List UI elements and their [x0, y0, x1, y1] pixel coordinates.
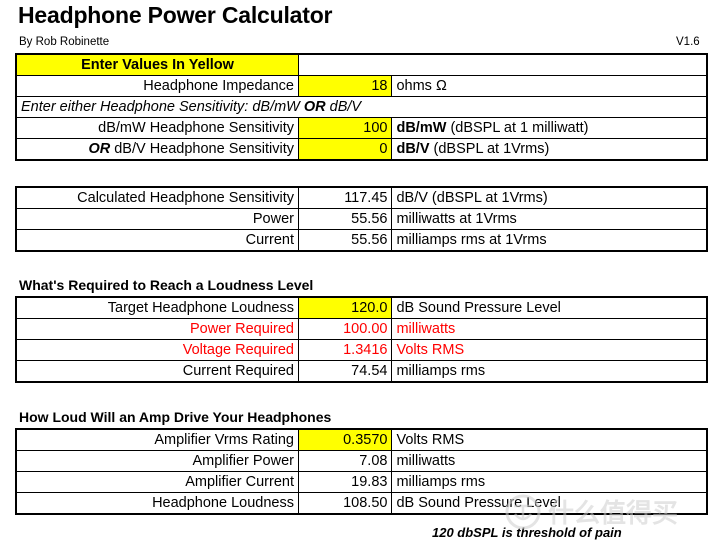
table-row-current-required: Current Required 74.54 milliamps rms — [15, 360, 708, 383]
impedance-input[interactable]: 18 — [297, 75, 393, 97]
dbmw-unit-bold: dB/mW — [396, 120, 447, 136]
author-byline: By Rob Robinette — [19, 36, 110, 48]
dbv-label-or: OR — [88, 141, 111, 157]
threshold-of-pain-footnote: 120 dbSPL is threshold of pain — [432, 525, 622, 540]
amp-drive-table: Amplifier Vrms Rating 0.3570 Volts RMS A… — [15, 428, 708, 515]
dbv-unit-bold: dB/V — [396, 141, 430, 157]
banner-filler-value — [298, 54, 392, 76]
dbmw-unit-rest: (dBSPL at 1 milliwatt) — [450, 120, 589, 136]
calc-current-value: 55.56 — [297, 229, 393, 252]
sensitivity-note-after: dB/V — [329, 99, 362, 115]
calc-current-label: Current — [15, 229, 299, 252]
dbv-unit-rest: (dBSPL at 1Vrms) — [433, 141, 550, 157]
table-row-banner: Enter Values In Yellow — [15, 53, 707, 76]
target-loudness-label: Target Headphone Loudness — [15, 296, 299, 319]
dbmw-sensitivity-label: dB/mW Headphone Sensitivity — [15, 117, 299, 139]
amp-current-value: 19.83 — [297, 471, 393, 493]
calculated-values-table: Calculated Headphone Sensitivity 117.45 … — [15, 186, 708, 252]
dbmw-sensitivity-unit: dB/mW (dBSPL at 1 milliwatt) — [391, 117, 708, 139]
headphone-loudness-value: 108.50 — [297, 492, 393, 515]
impedance-label: Headphone Impedance — [15, 75, 299, 97]
amp-section-heading: How Loud Will an Amp Drive Your Headphon… — [19, 409, 332, 425]
amp-current-label: Amplifier Current — [15, 471, 299, 493]
dbv-sensitivity-unit: dB/V (dBSPL at 1Vrms) — [391, 138, 708, 161]
current-required-value: 74.54 — [297, 360, 393, 383]
table-row-calc-current: Current 55.56 milliamps rms at 1Vrms — [15, 229, 708, 252]
dbv-sensitivity-label: OR dB/V Headphone Sensitivity — [15, 138, 299, 161]
amp-vrms-unit: Volts RMS — [391, 428, 708, 451]
calc-sensitivity-unit: dB/V (dBSPL at 1Vrms) — [391, 186, 708, 209]
headphone-loudness-unit: dB Sound Pressure Level — [391, 492, 708, 515]
calc-current-unit: milliamps rms at 1Vrms — [391, 229, 708, 252]
table-row-impedance: Headphone Impedance 18 ohms Ω — [15, 75, 708, 97]
calc-sensitivity-value: 117.45 — [297, 186, 393, 209]
amp-current-unit: milliamps rms — [391, 471, 708, 493]
sensitivity-note: Enter either Headphone Sensitivity: dB/m… — [15, 96, 708, 118]
enter-values-banner: Enter Values In Yellow — [15, 53, 299, 76]
banner-filler-unit — [391, 54, 707, 76]
calc-power-label: Power — [15, 208, 299, 230]
table-row-sensitivity-note: Enter either Headphone Sensitivity: dB/m… — [15, 96, 708, 118]
loudness-section-heading: What's Required to Reach a Loudness Leve… — [19, 277, 314, 293]
table-row-target-loudness: Target Headphone Loudness 120.0 dB Sound… — [15, 296, 708, 319]
dbv-label-rest: dB/V Headphone Sensitivity — [114, 141, 294, 157]
version-label: V1.6 — [676, 36, 700, 48]
voltage-required-value: 1.3416 — [297, 339, 393, 361]
power-required-unit: milliwatts — [391, 318, 708, 340]
headphone-loudness-label: Headphone Loudness — [15, 492, 299, 515]
table-row-dbmw-sensitivity: dB/mW Headphone Sensitivity 100 dB/mW (d… — [15, 117, 708, 139]
target-loudness-input[interactable]: 120.0 — [297, 296, 393, 319]
calc-sensitivity-label: Calculated Headphone Sensitivity — [15, 186, 299, 209]
power-required-label: Power Required — [15, 318, 299, 340]
power-required-value: 100.00 — [297, 318, 393, 340]
table-row-amp-current: Amplifier Current 19.83 milliamps rms — [15, 471, 708, 493]
table-row-calc-sensitivity: Calculated Headphone Sensitivity 117.45 … — [15, 186, 708, 209]
voltage-required-unit: Volts RMS — [391, 339, 708, 361]
table-row-headphone-loudness: Headphone Loudness 108.50 dB Sound Press… — [15, 492, 708, 515]
table-row-amp-vrms: Amplifier Vrms Rating 0.3570 Volts RMS — [15, 428, 708, 451]
sensitivity-note-before: Enter either Headphone Sensitivity: dB/m… — [21, 99, 300, 115]
amp-power-label: Amplifier Power — [15, 450, 299, 472]
impedance-unit: ohms Ω — [391, 75, 708, 97]
dbv-sensitivity-input[interactable]: 0 — [297, 138, 393, 161]
spreadsheet-page: Headphone Power Calculator By Rob Robine… — [0, 0, 728, 543]
current-required-label: Current Required — [15, 360, 299, 383]
table-row-calc-power: Power 55.56 milliwatts at 1Vrms — [15, 208, 708, 230]
calc-power-value: 55.56 — [297, 208, 393, 230]
dbmw-sensitivity-input[interactable]: 100 — [297, 117, 393, 139]
amp-power-unit: milliwatts — [391, 450, 708, 472]
input-values-table: Enter Values In Yellow Headphone Impedan… — [15, 53, 708, 161]
table-row-power-required: Power Required 100.00 milliwatts — [15, 318, 708, 340]
current-required-unit: milliamps rms — [391, 360, 708, 383]
voltage-required-label: Voltage Required — [15, 339, 299, 361]
calc-power-unit: milliwatts at 1Vrms — [391, 208, 708, 230]
table-row-voltage-required: Voltage Required 1.3416 Volts RMS — [15, 339, 708, 361]
page-title: Headphone Power Calculator — [18, 2, 333, 28]
sensitivity-note-or: OR — [303, 99, 326, 115]
loudness-requirements-table: Target Headphone Loudness 120.0 dB Sound… — [15, 296, 708, 383]
target-loudness-unit: dB Sound Pressure Level — [391, 296, 708, 319]
table-row-dbv-sensitivity: OR dB/V Headphone Sensitivity 0 dB/V (dB… — [15, 138, 708, 161]
amp-power-value: 7.08 — [297, 450, 393, 472]
amp-vrms-label: Amplifier Vrms Rating — [15, 428, 299, 451]
amp-vrms-input[interactable]: 0.3570 — [297, 428, 393, 451]
table-row-amp-power: Amplifier Power 7.08 milliwatts — [15, 450, 708, 472]
